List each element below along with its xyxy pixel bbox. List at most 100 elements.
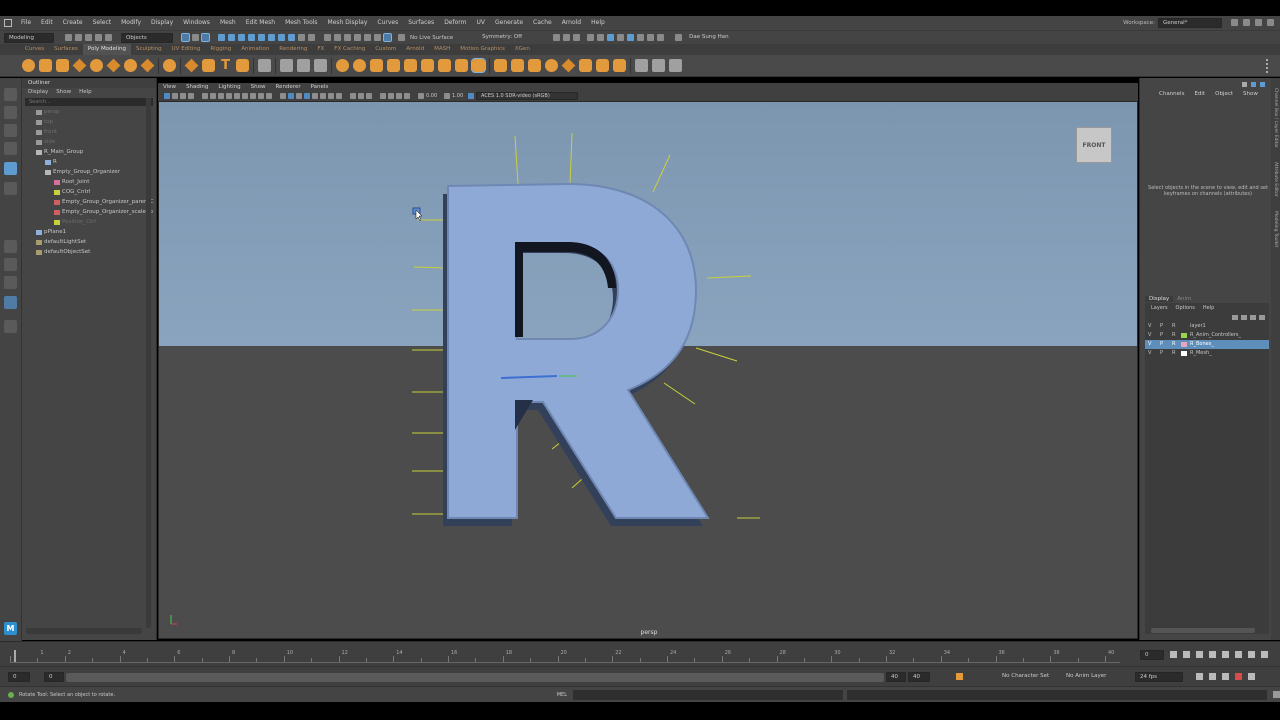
- poly-disc-icon[interactable]: [124, 59, 137, 72]
- menu-surfaces[interactable]: Surfaces: [403, 16, 439, 30]
- gate-mask-icon[interactable]: [242, 93, 248, 99]
- arnold-render-icon[interactable]: [637, 34, 645, 41]
- outliner-layout-icon[interactable]: [4, 296, 17, 309]
- playback-start-field[interactable]: 0: [44, 672, 64, 682]
- wireframe-on-shaded-icon[interactable]: [304, 93, 310, 99]
- select-camera-icon[interactable]: [164, 93, 170, 99]
- layer-v-toggle[interactable]: V: [1148, 322, 1151, 331]
- move-layer-up-icon[interactable]: [1232, 314, 1238, 320]
- shelf-tab-uv-editing[interactable]: UV Editing: [167, 44, 206, 55]
- safe-action-icon[interactable]: [258, 93, 264, 99]
- shelf-tab-mash[interactable]: MASH: [429, 44, 455, 55]
- current-frame-field[interactable]: 0: [1140, 650, 1164, 660]
- character-set-dropdown[interactable]: No Character Set: [998, 672, 1054, 682]
- loop-icon[interactable]: [1196, 673, 1203, 680]
- outliner-item[interactable]: Empty_Group_Organizer_scaleCo: [22, 207, 156, 217]
- snap-surface-icon[interactable]: [364, 34, 371, 41]
- resolution-gate-icon[interactable]: [234, 93, 240, 99]
- new-scene-icon[interactable]: [65, 34, 72, 41]
- persp-outliner-layout-icon[interactable]: [4, 276, 17, 289]
- outliner-item[interactable]: top: [22, 117, 156, 127]
- control-curve[interactable]: [706, 275, 752, 279]
- layer-row[interactable]: V P R R_Bones_: [1145, 340, 1269, 349]
- step-forward-key-icon[interactable]: [1248, 651, 1255, 658]
- outliner-item[interactable]: pPlane1: [22, 227, 156, 237]
- shelf-tab-arnold[interactable]: Arnold: [401, 44, 429, 55]
- arnold-settings-icon[interactable]: [657, 34, 665, 41]
- layer-color-swatch[interactable]: [1181, 342, 1187, 347]
- layer-tab-display[interactable]: Display: [1145, 295, 1174, 302]
- zoom-icon[interactable]: [4, 320, 17, 333]
- menu-create[interactable]: Create: [58, 16, 88, 30]
- fill-hole-icon[interactable]: [455, 59, 468, 72]
- layer-menu-help[interactable]: Help: [1203, 305, 1214, 311]
- user-account-dropdown[interactable]: Dae Sung Han: [685, 33, 735, 43]
- offset-edge-loop-icon[interactable]: [511, 59, 524, 72]
- isolate-select-icon[interactable]: [380, 93, 386, 99]
- layer-color-swatch[interactable]: [1181, 333, 1187, 338]
- outliner-item[interactable]: side: [22, 137, 156, 147]
- outliner-menu-display[interactable]: Display: [28, 88, 48, 97]
- live-surface-icon[interactable]: [398, 34, 405, 41]
- rotate-tool-icon[interactable]: [4, 162, 17, 175]
- merge-icon[interactable]: [596, 59, 609, 72]
- svg-icon[interactable]: [236, 59, 249, 72]
- mirror-icon[interactable]: [370, 59, 383, 72]
- shelf-tab-sculpting[interactable]: Sculpting: [131, 44, 167, 55]
- menu-mesh-tools[interactable]: Mesh Tools: [280, 16, 322, 30]
- undo-icon[interactable]: [95, 34, 102, 41]
- arnold-ipr-icon[interactable]: [647, 34, 655, 41]
- mask-dynamics-icon[interactable]: [258, 34, 265, 41]
- poly-torus-icon[interactable]: [90, 59, 103, 72]
- layer-p-toggle[interactable]: P: [1160, 349, 1163, 358]
- paint-select-tool-icon[interactable]: [4, 124, 17, 137]
- control-curve[interactable]: [652, 154, 671, 193]
- output-ops-icon[interactable]: [573, 34, 581, 41]
- xray-active-icon[interactable]: [404, 93, 410, 99]
- lasso-tool-icon[interactable]: [4, 106, 17, 119]
- extrude-icon[interactable]: [404, 59, 417, 72]
- menu-generate[interactable]: Generate: [490, 16, 528, 30]
- wireframe-icon[interactable]: [280, 93, 286, 99]
- poly-cube-icon[interactable]: [39, 59, 52, 72]
- menu-file[interactable]: File: [16, 16, 36, 30]
- mask-misc-icon[interactable]: [278, 34, 285, 41]
- anim-layer-dropdown[interactable]: No Anim Layer: [1062, 672, 1118, 682]
- separate-icon[interactable]: [297, 59, 310, 72]
- poly-sphere-icon[interactable]: [22, 59, 35, 72]
- layer-r-toggle[interactable]: R: [1172, 340, 1175, 349]
- shelf-tab-fx[interactable]: FX: [312, 44, 329, 55]
- connect-icon[interactable]: [561, 58, 576, 73]
- use-all-lights-icon[interactable]: [320, 93, 326, 99]
- poly-helix-icon[interactable]: [202, 59, 215, 72]
- maya-home-icon[interactable]: [4, 19, 12, 27]
- film-gate-icon[interactable]: [226, 93, 232, 99]
- menu-windows[interactable]: Windows: [178, 16, 215, 30]
- bookmark-icon[interactable]: [180, 93, 186, 99]
- menu-edit-mesh[interactable]: Edit Mesh: [241, 16, 280, 30]
- current-time-marker[interactable]: [14, 650, 16, 662]
- channelbox-menu-edit[interactable]: Edit: [1194, 91, 1205, 97]
- layer-p-toggle[interactable]: P: [1160, 322, 1163, 331]
- shelf-tab-surfaces[interactable]: Surfaces: [49, 44, 83, 55]
- hypershade-icon[interactable]: [617, 34, 625, 41]
- side-tab-channel-box-layer-editor[interactable]: Channel Box / Layer Editor: [1273, 88, 1278, 148]
- select-tool-icon[interactable]: [4, 88, 17, 101]
- tool-settings-icon[interactable]: [1260, 82, 1265, 87]
- side-tab-modeling-toolkit[interactable]: Modeling Toolkit: [1273, 211, 1278, 247]
- redo-icon[interactable]: [105, 34, 112, 41]
- single-perspective-layout-icon[interactable]: [4, 240, 17, 253]
- bevel-icon[interactable]: [421, 59, 434, 72]
- viewport-menu-panels[interactable]: Panels: [311, 83, 329, 91]
- target-weld-icon[interactable]: [545, 59, 558, 72]
- mask-render-icon[interactable]: [268, 34, 275, 41]
- layout-icon[interactable]: [1243, 19, 1250, 26]
- attribute-icon[interactable]: [1251, 82, 1256, 87]
- motion-blur-icon[interactable]: [350, 93, 356, 99]
- soften-edge-icon[interactable]: [669, 59, 682, 72]
- new-layer-selected-icon[interactable]: [1259, 314, 1265, 320]
- channel-icon[interactable]: [1242, 82, 1247, 87]
- view-cube[interactable]: FRONT: [1076, 127, 1112, 163]
- outliner-menu-show[interactable]: Show: [56, 88, 71, 97]
- snap-active-icon[interactable]: [383, 33, 392, 42]
